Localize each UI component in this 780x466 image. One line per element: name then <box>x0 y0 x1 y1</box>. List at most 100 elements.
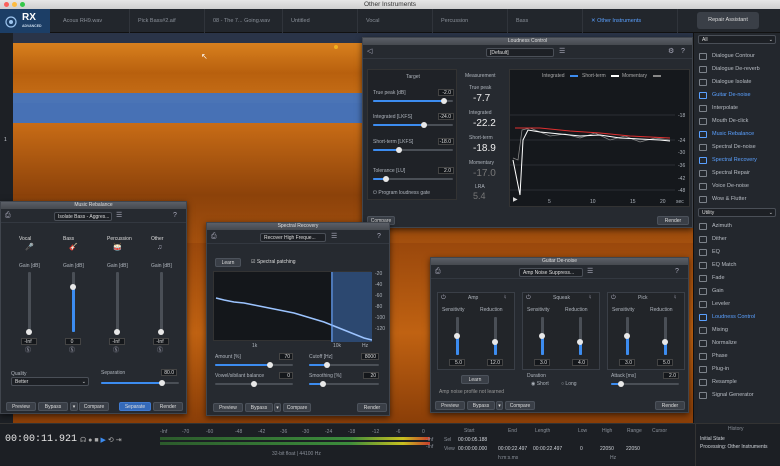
denoise-compare-button[interactable]: Compare <box>505 401 535 410</box>
instant-process-icon[interactable]: ⇥ <box>116 437 122 444</box>
bypass-dropdown-icon[interactable]: ▾ <box>496 401 503 410</box>
denoise-preset-select[interactable]: Amp Noise Suppress... <box>519 268 583 277</box>
channel-gain-slider[interactable] <box>70 284 76 290</box>
short-term-field[interactable]: -18.0 <box>438 138 454 145</box>
denoise-render-button[interactable]: Render <box>655 401 685 410</box>
module-resample[interactable]: Resample <box>698 376 778 389</box>
help-icon[interactable]: ? <box>675 268 679 276</box>
play-icon[interactable]: ▶ <box>513 196 518 203</box>
attack-slider[interactable] <box>618 381 624 387</box>
play-button-icon[interactable]: ▶ <box>101 437 106 444</box>
gear-icon[interactable]: ⚙ <box>668 48 674 56</box>
loop-icon[interactable]: ⟲ <box>108 437 114 444</box>
tolerance-field[interactable]: 2.0 <box>438 167 454 174</box>
help-icon[interactable]: ? <box>681 48 685 56</box>
module-filter-select[interactable]: All ⌄ <box>698 35 776 44</box>
tab-file-active[interactable]: ✕ Other Instruments <box>583 9 678 33</box>
bypass-dropdown-icon[interactable]: ▾ <box>274 403 281 412</box>
recovery-bypass-button[interactable]: Bypass <box>245 403 273 412</box>
channel-solo-icon[interactable]: Ⓢ <box>157 347 163 355</box>
recovery-preview-button[interactable]: Preview <box>213 403 243 412</box>
sensitivity-field[interactable]: 3.0 <box>619 359 635 366</box>
vowel-slider[interactable] <box>251 381 257 387</box>
history-item[interactable]: Processing: Other Instruments <box>700 444 768 450</box>
channel-gain-field[interactable]: -Inf <box>109 338 125 345</box>
tab-file-7[interactable]: Bass <box>508 9 583 33</box>
short-radio[interactable]: ◉ Short <box>531 381 549 387</box>
amount-slider[interactable] <box>267 362 273 368</box>
module-icon[interactable]: ⎙ <box>211 233 217 241</box>
channel-gain-slider[interactable] <box>158 329 164 335</box>
denoise-learn-button[interactable]: Learn <box>461 375 489 384</box>
module-azimuth[interactable]: Azimuth <box>698 220 778 233</box>
reduction-field[interactable]: 4.0 <box>572 359 588 366</box>
view-length-field[interactable]: 00:00:22.497 <box>533 446 562 452</box>
module-icon[interactable]: ⎙ <box>435 268 441 276</box>
module-spectral-recovery[interactable]: Spectral Recovery <box>698 154 778 167</box>
cutoff-slider[interactable] <box>324 362 330 368</box>
view-range-field[interactable]: 22050 <box>626 446 640 452</box>
separate-button[interactable]: Separate <box>119 402 151 411</box>
tab-file-6[interactable]: Percussion <box>433 9 508 33</box>
recovery-render-button[interactable]: Render <box>357 403 387 412</box>
repair-assistant-button[interactable]: Repair Assistant <box>697 12 759 29</box>
sensitivity-slider[interactable] <box>624 333 630 339</box>
view-end-field[interactable]: 00:00:22.497 <box>498 446 527 452</box>
section-mic-icon[interactable]: ♮ <box>504 294 506 302</box>
rebalance-bypass-button[interactable]: Bypass <box>38 402 68 411</box>
tab-file-5[interactable]: Vocal <box>358 9 433 33</box>
loudness-render-button[interactable]: Render <box>657 216 689 225</box>
section-mic-icon[interactable]: ♮ <box>589 294 591 302</box>
sensitivity-slider[interactable] <box>539 333 545 339</box>
channel-solo-icon[interactable]: Ⓢ <box>25 347 31 355</box>
section-mic-icon[interactable]: ♮ <box>674 294 676 302</box>
close-window-icon[interactable] <box>4 2 9 7</box>
channel-gain-slider[interactable] <box>114 329 120 335</box>
short-term-slider[interactable] <box>396 147 402 153</box>
reduction-field[interactable]: 5.0 <box>657 359 673 366</box>
module-mixing[interactable]: Mixing <box>698 324 778 337</box>
channel-gain-slider[interactable] <box>26 329 32 335</box>
module-voice-de-noise[interactable]: Voice De-noise <box>698 180 778 193</box>
long-radio[interactable]: ○ Long <box>561 381 577 387</box>
amount-field[interactable]: 70 <box>279 353 293 360</box>
reduction-field[interactable]: 12.0 <box>487 359 503 366</box>
reduction-slider[interactable] <box>577 339 583 345</box>
module-gain[interactable]: Gain <box>698 285 778 298</box>
rebalance-preset-select[interactable]: Isolate Bass - Aggres... <box>54 212 112 221</box>
vowel-field[interactable]: 0 <box>279 372 293 379</box>
utility-group-select[interactable]: Utility ⌄ <box>698 208 776 217</box>
headphones-icon[interactable]: ☊ <box>80 437 86 444</box>
sel-start-field[interactable]: 00:00:05.188 <box>458 437 487 443</box>
module-loudness-control[interactable]: Loudness Control <box>698 311 778 324</box>
channel-solo-icon[interactable]: Ⓢ <box>69 347 75 355</box>
tab-file-3[interactable]: 08 - The 7... Going.wav <box>205 9 283 33</box>
view-low-field[interactable]: 0 <box>580 446 583 452</box>
true-peak-slider[interactable] <box>441 98 447 104</box>
module-guitar-de-noise[interactable]: Guitar De-noise <box>698 89 778 102</box>
minimize-window-icon[interactable] <box>12 2 17 7</box>
module-fade[interactable]: Fade <box>698 272 778 285</box>
denoise-bypass-button[interactable]: Bypass <box>467 401 495 410</box>
rebalance-render-button[interactable]: Render <box>153 402 183 411</box>
help-icon[interactable]: ? <box>173 212 177 220</box>
module-dialogue-isolate[interactable]: Dialogue Isolate <box>698 76 778 89</box>
rebalance-compare-button[interactable]: Compare <box>79 402 109 411</box>
menu-icon[interactable]: ☰ <box>559 48 565 56</box>
spectral-patching-checkbox[interactable]: ☑ Spectral patching <box>251 259 296 265</box>
module-signal-generator[interactable]: Signal Generator <box>698 389 778 402</box>
module-dialogue-de-reverb[interactable]: Dialogue De-reverb <box>698 63 778 76</box>
module-mouth-de-click[interactable]: Mouth De-click <box>698 115 778 128</box>
menu-icon[interactable]: ☰ <box>587 268 593 276</box>
cutoff-field[interactable]: 8000 <box>361 353 379 360</box>
sensitivity-field[interactable]: 5.0 <box>449 359 465 366</box>
channel-gain-field[interactable]: -Inf <box>153 338 169 345</box>
zoom-window-icon[interactable] <box>20 2 25 7</box>
channel-gain-field[interactable]: 0 <box>65 338 81 345</box>
bypass-dropdown-icon[interactable]: ▾ <box>70 402 78 411</box>
playhead-marker[interactable] <box>334 45 338 49</box>
tolerance-slider[interactable] <box>383 176 389 182</box>
stop-icon[interactable]: ■ <box>94 437 98 444</box>
section-power-icon[interactable]: ⏻ <box>526 294 531 302</box>
menu-icon[interactable]: ☰ <box>331 233 337 241</box>
